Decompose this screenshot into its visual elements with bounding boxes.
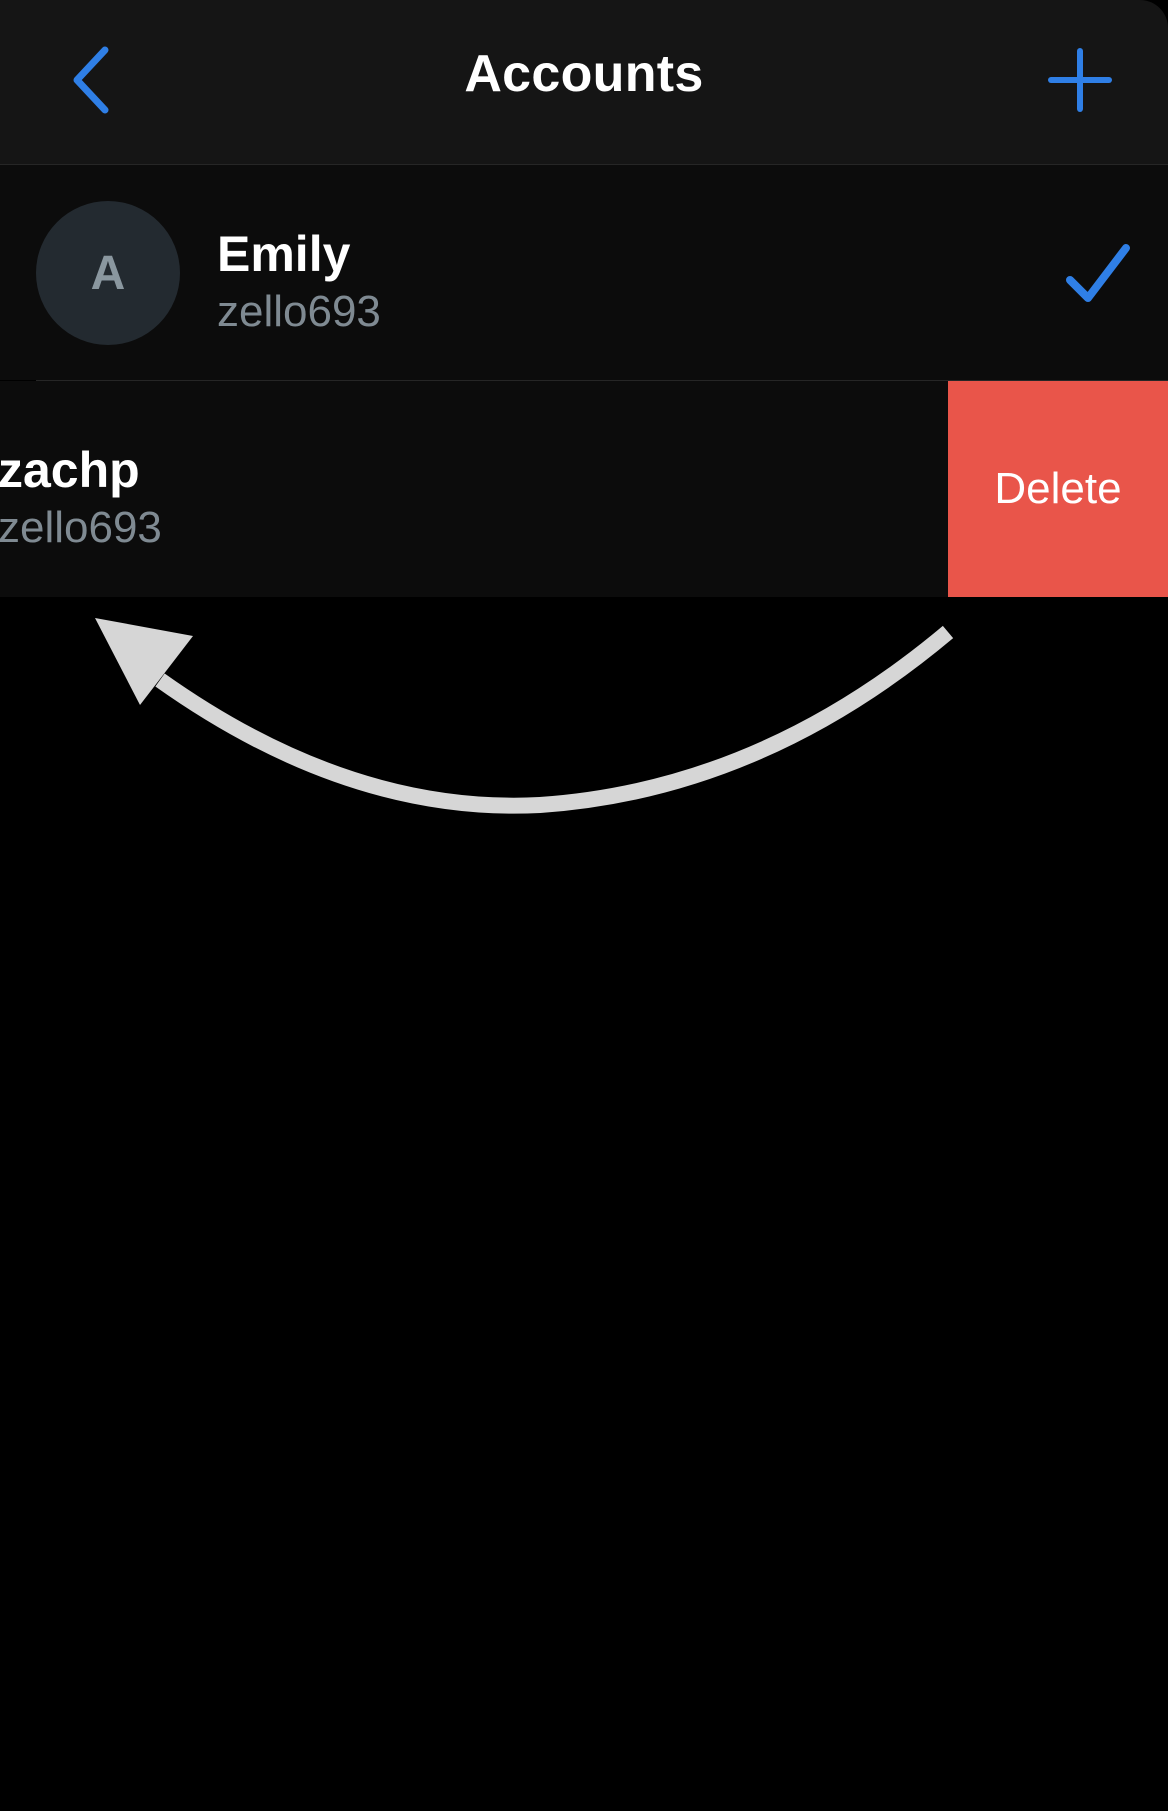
swipe-left-arrow-icon [95,618,954,814]
add-account-button[interactable] [1040,40,1120,120]
account-username: zello693 [0,503,162,552]
plus-icon [1048,48,1112,112]
account-row-emily[interactable]: A Emily zello693 [0,165,1168,380]
delete-button[interactable]: Delete [948,381,1168,597]
account-name: Emily [217,226,351,282]
account-username: zello693 [217,287,381,336]
nav-bar: Accounts [0,0,1168,165]
page-title: Accounts [464,45,704,103]
checkmark-icon [1066,244,1130,302]
account-name: zachp [0,442,140,498]
avatar: A [36,201,180,345]
